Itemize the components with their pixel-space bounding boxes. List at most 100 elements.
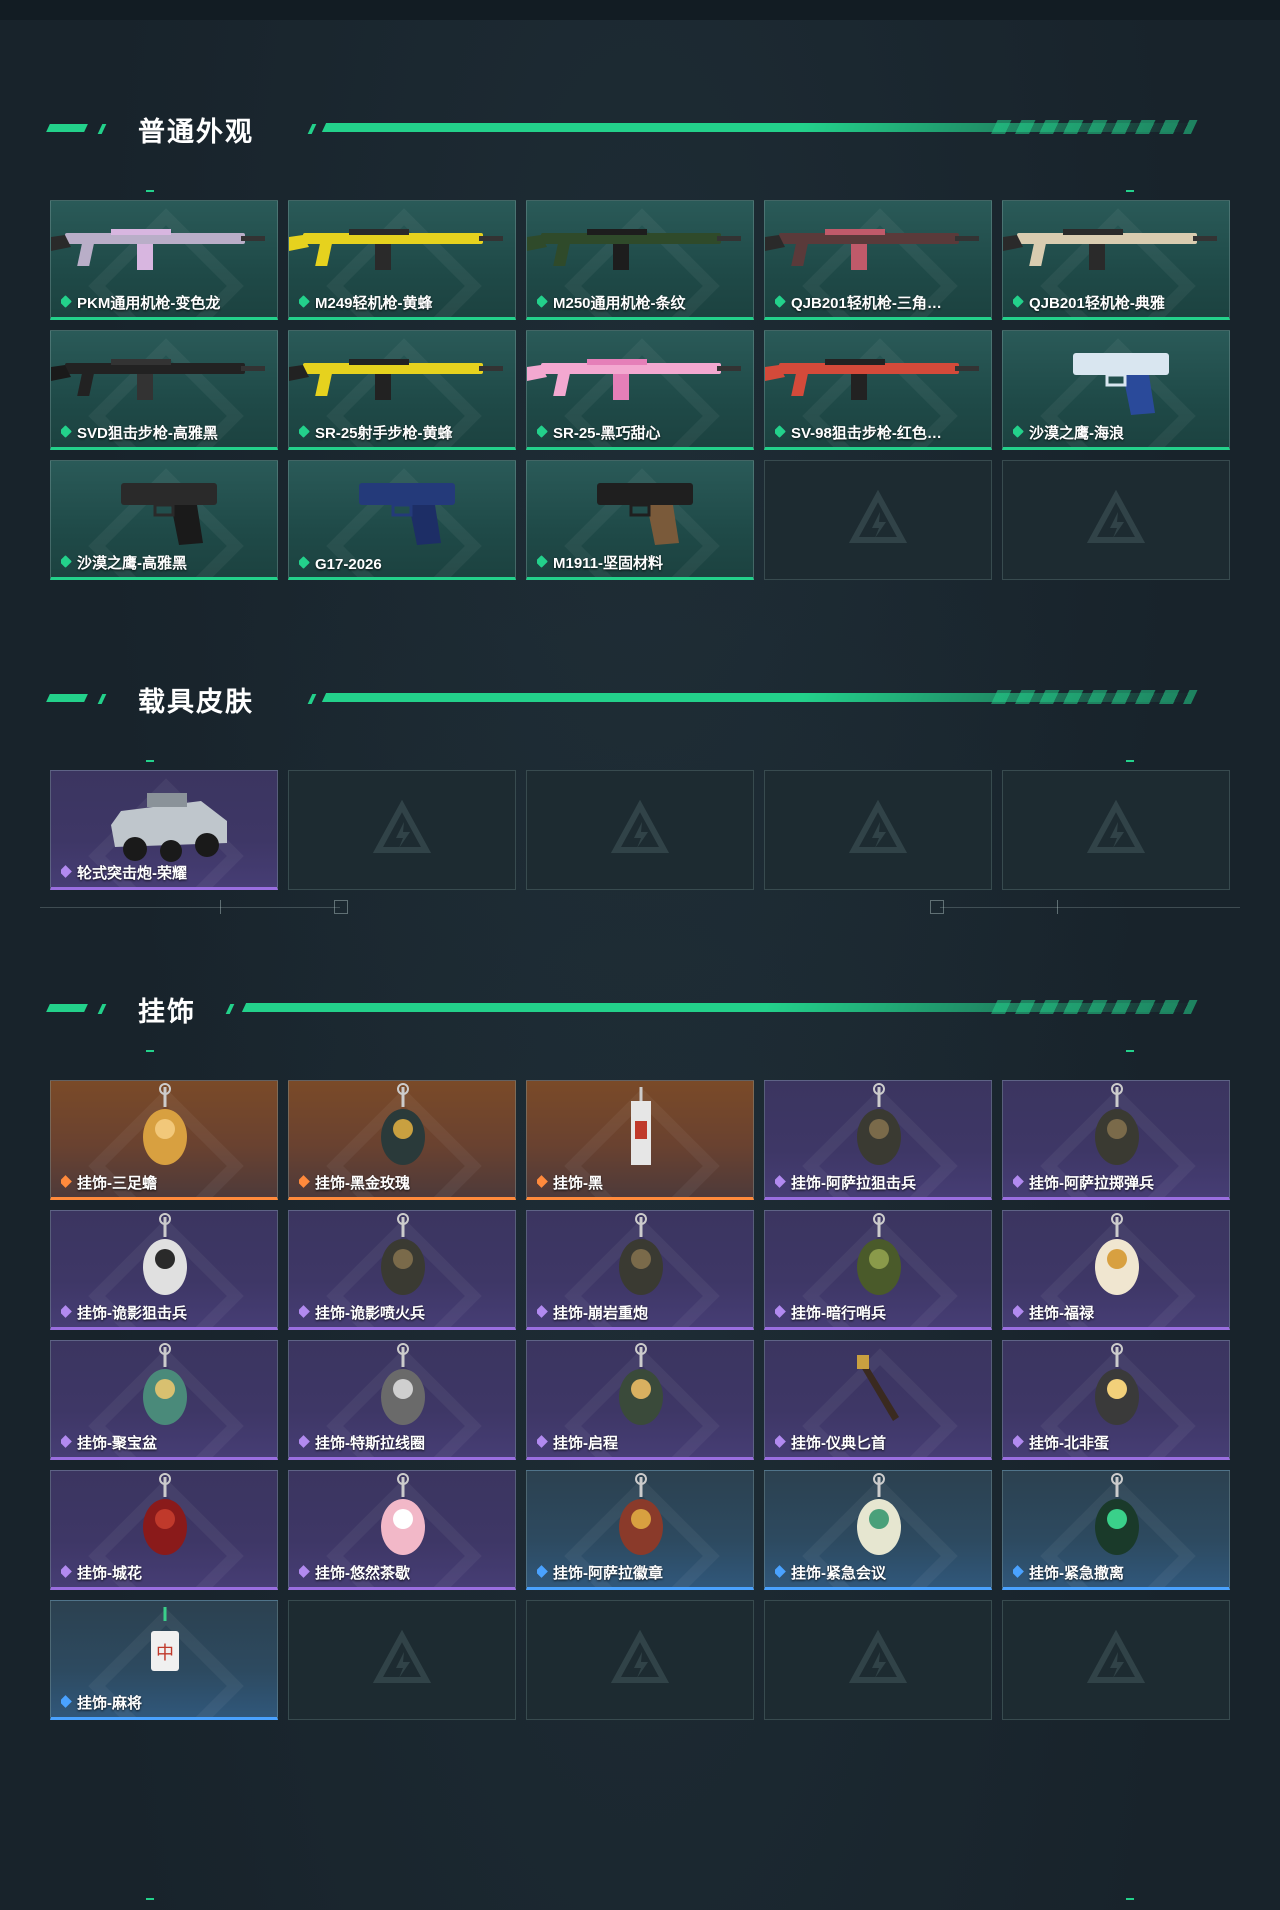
item-name: 沙漠之鹰-高雅黑	[77, 555, 187, 572]
rarity-icon	[61, 1435, 72, 1448]
header-line	[241, 1003, 1197, 1012]
item-card[interactable]: 挂饰-黑	[526, 1080, 754, 1200]
item-card[interactable]: 挂饰-诡影喷火兵	[288, 1210, 516, 1330]
item-label: 挂饰-特斯拉线圈	[299, 1432, 507, 1453]
header-tick	[97, 124, 107, 134]
item-name: QJB201轻机枪-三角…	[791, 295, 942, 312]
item-card[interactable]: 沙漠之鹰-海浪	[1002, 330, 1230, 450]
item-card[interactable]: QJB201轻机枪-典雅	[1002, 200, 1230, 320]
rarity-icon	[1013, 425, 1024, 438]
rarity-icon	[1013, 1435, 1024, 1448]
item-label: SR-25-黑巧甜心	[537, 422, 745, 443]
item-name: SR-25-黑巧甜心	[553, 425, 661, 442]
item-card[interactable]: SVD狙击步枪-高雅黑	[50, 330, 278, 450]
top-band	[0, 0, 1280, 20]
divider-tick	[220, 900, 221, 914]
item-label: 沙漠之鹰-高雅黑	[61, 552, 269, 573]
rarity-icon	[537, 1565, 548, 1578]
item-card[interactable]: 沙漠之鹰-高雅黑	[50, 460, 278, 580]
placeholder-logo-icon	[610, 799, 670, 860]
header-tick	[307, 694, 317, 704]
item-card[interactable]: 挂饰-聚宝盆	[50, 1340, 278, 1460]
item-label: M1911-坚固材料	[537, 552, 745, 573]
item-name: 挂饰-悠然茶歇	[315, 1565, 410, 1582]
item-card[interactable]: PKM通用机枪-变色龙	[50, 200, 278, 320]
item-card[interactable]: 挂饰-仪典匕首	[764, 1340, 992, 1460]
empty-slot	[288, 770, 516, 890]
item-card[interactable]: SR-25-黑巧甜心	[526, 330, 754, 450]
item-card[interactable]: M1911-坚固材料	[526, 460, 754, 580]
item-label: 挂饰-阿萨拉徽章	[537, 1562, 745, 1583]
item-card[interactable]: G17-2026	[288, 460, 516, 580]
item-card[interactable]: 轮式突击炮-荣耀	[50, 770, 278, 890]
item-card[interactable]: 中挂饰-麻将	[50, 1600, 278, 1720]
empty-slot	[1002, 770, 1230, 890]
item-card[interactable]: SV-98狙击步枪-红色…	[764, 330, 992, 450]
placeholder-logo-icon	[610, 1629, 670, 1690]
item-label: 挂饰-诡影喷火兵	[299, 1302, 507, 1323]
divider-line	[40, 907, 340, 908]
item-card[interactable]: 挂饰-悠然茶歇	[288, 1470, 516, 1590]
item-label: 挂饰-城花	[61, 1562, 269, 1583]
item-label: 挂饰-三足蟾	[61, 1172, 269, 1193]
corner-mark	[146, 190, 154, 192]
item-label: 挂饰-聚宝盆	[61, 1432, 269, 1453]
rarity-icon	[775, 1565, 786, 1578]
item-card[interactable]: SR-25射手步枪-黄蜂	[288, 330, 516, 450]
item-card[interactable]: QJB201轻机枪-三角…	[764, 200, 992, 320]
item-card[interactable]: 挂饰-城花	[50, 1470, 278, 1590]
item-card[interactable]: 挂饰-北非蛋	[1002, 1340, 1230, 1460]
divider-box	[334, 900, 348, 914]
header-tick	[97, 694, 107, 704]
section-header-vehicle-skins: 载具皮肤	[46, 682, 1200, 717]
header-line	[321, 123, 1197, 132]
rarity-icon	[537, 1175, 548, 1188]
corner-mark	[1126, 760, 1134, 762]
item-name: 挂饰-暗行哨兵	[791, 1305, 886, 1322]
empty-slot	[764, 770, 992, 890]
item-name: 沙漠之鹰-海浪	[1029, 425, 1124, 442]
item-name: 挂饰-紧急撤离	[1029, 1565, 1124, 1582]
rarity-icon	[775, 295, 786, 308]
item-card[interactable]: 挂饰-阿萨拉狙击兵	[764, 1080, 992, 1200]
item-label: SV-98狙击步枪-红色…	[775, 422, 983, 443]
item-card[interactable]: M250通用机枪-条纹	[526, 200, 754, 320]
empty-slot	[1002, 460, 1230, 580]
section-title: 挂饰	[138, 997, 196, 1027]
item-card[interactable]: 挂饰-福禄	[1002, 1210, 1230, 1330]
placeholder-logo-icon	[848, 489, 908, 550]
item-card[interactable]: 挂饰-紧急撤离	[1002, 1470, 1230, 1590]
item-card[interactable]: 挂饰-暗行哨兵	[764, 1210, 992, 1330]
item-label: 挂饰-崩岩重炮	[537, 1302, 745, 1323]
rarity-icon	[299, 1175, 310, 1188]
item-label: 挂饰-诡影狙击兵	[61, 1302, 269, 1323]
placeholder-logo-icon	[372, 799, 432, 860]
corner-mark	[146, 760, 154, 762]
normal-skins-grid: PKM通用机枪-变色龙 M249轻机枪-黄蜂 M250通用机枪-条纹 QJB201轻机…	[50, 200, 1230, 580]
corner-mark	[146, 1050, 154, 1052]
section-title: 普通外观	[138, 117, 254, 147]
item-name: G17-2026	[315, 556, 382, 573]
item-label: SR-25射手步枪-黄蜂	[299, 422, 507, 443]
section-title: 载具皮肤	[138, 687, 254, 717]
item-card[interactable]: 挂饰-阿萨拉徽章	[526, 1470, 754, 1590]
item-card[interactable]: 挂饰-三足蟾	[50, 1080, 278, 1200]
rarity-icon	[1013, 1175, 1024, 1188]
vehicle-skins-grid: 轮式突击炮-荣耀	[50, 770, 1230, 890]
item-card[interactable]: 挂饰-崩岩重炮	[526, 1210, 754, 1330]
item-card[interactable]: 挂饰-黑金玫瑰	[288, 1080, 516, 1200]
item-card[interactable]: 挂饰-阿萨拉掷弹兵	[1002, 1080, 1230, 1200]
rarity-icon	[1013, 295, 1024, 308]
item-card[interactable]: M249轻机枪-黄蜂	[288, 200, 516, 320]
item-name: PKM通用机枪-变色龙	[77, 295, 221, 312]
empty-slot	[526, 1600, 754, 1720]
item-name: 挂饰-特斯拉线圈	[315, 1435, 425, 1452]
item-card[interactable]: 挂饰-启程	[526, 1340, 754, 1460]
item-card[interactable]: 挂饰-诡影狙击兵	[50, 1210, 278, 1330]
item-label: 轮式突击炮-荣耀	[61, 862, 269, 883]
item-card[interactable]: 挂饰-特斯拉线圈	[288, 1340, 516, 1460]
rarity-icon	[61, 425, 72, 438]
rarity-icon	[775, 1175, 786, 1188]
item-name: 挂饰-诡影狙击兵	[77, 1305, 187, 1322]
item-card[interactable]: 挂饰-紧急会议	[764, 1470, 992, 1590]
